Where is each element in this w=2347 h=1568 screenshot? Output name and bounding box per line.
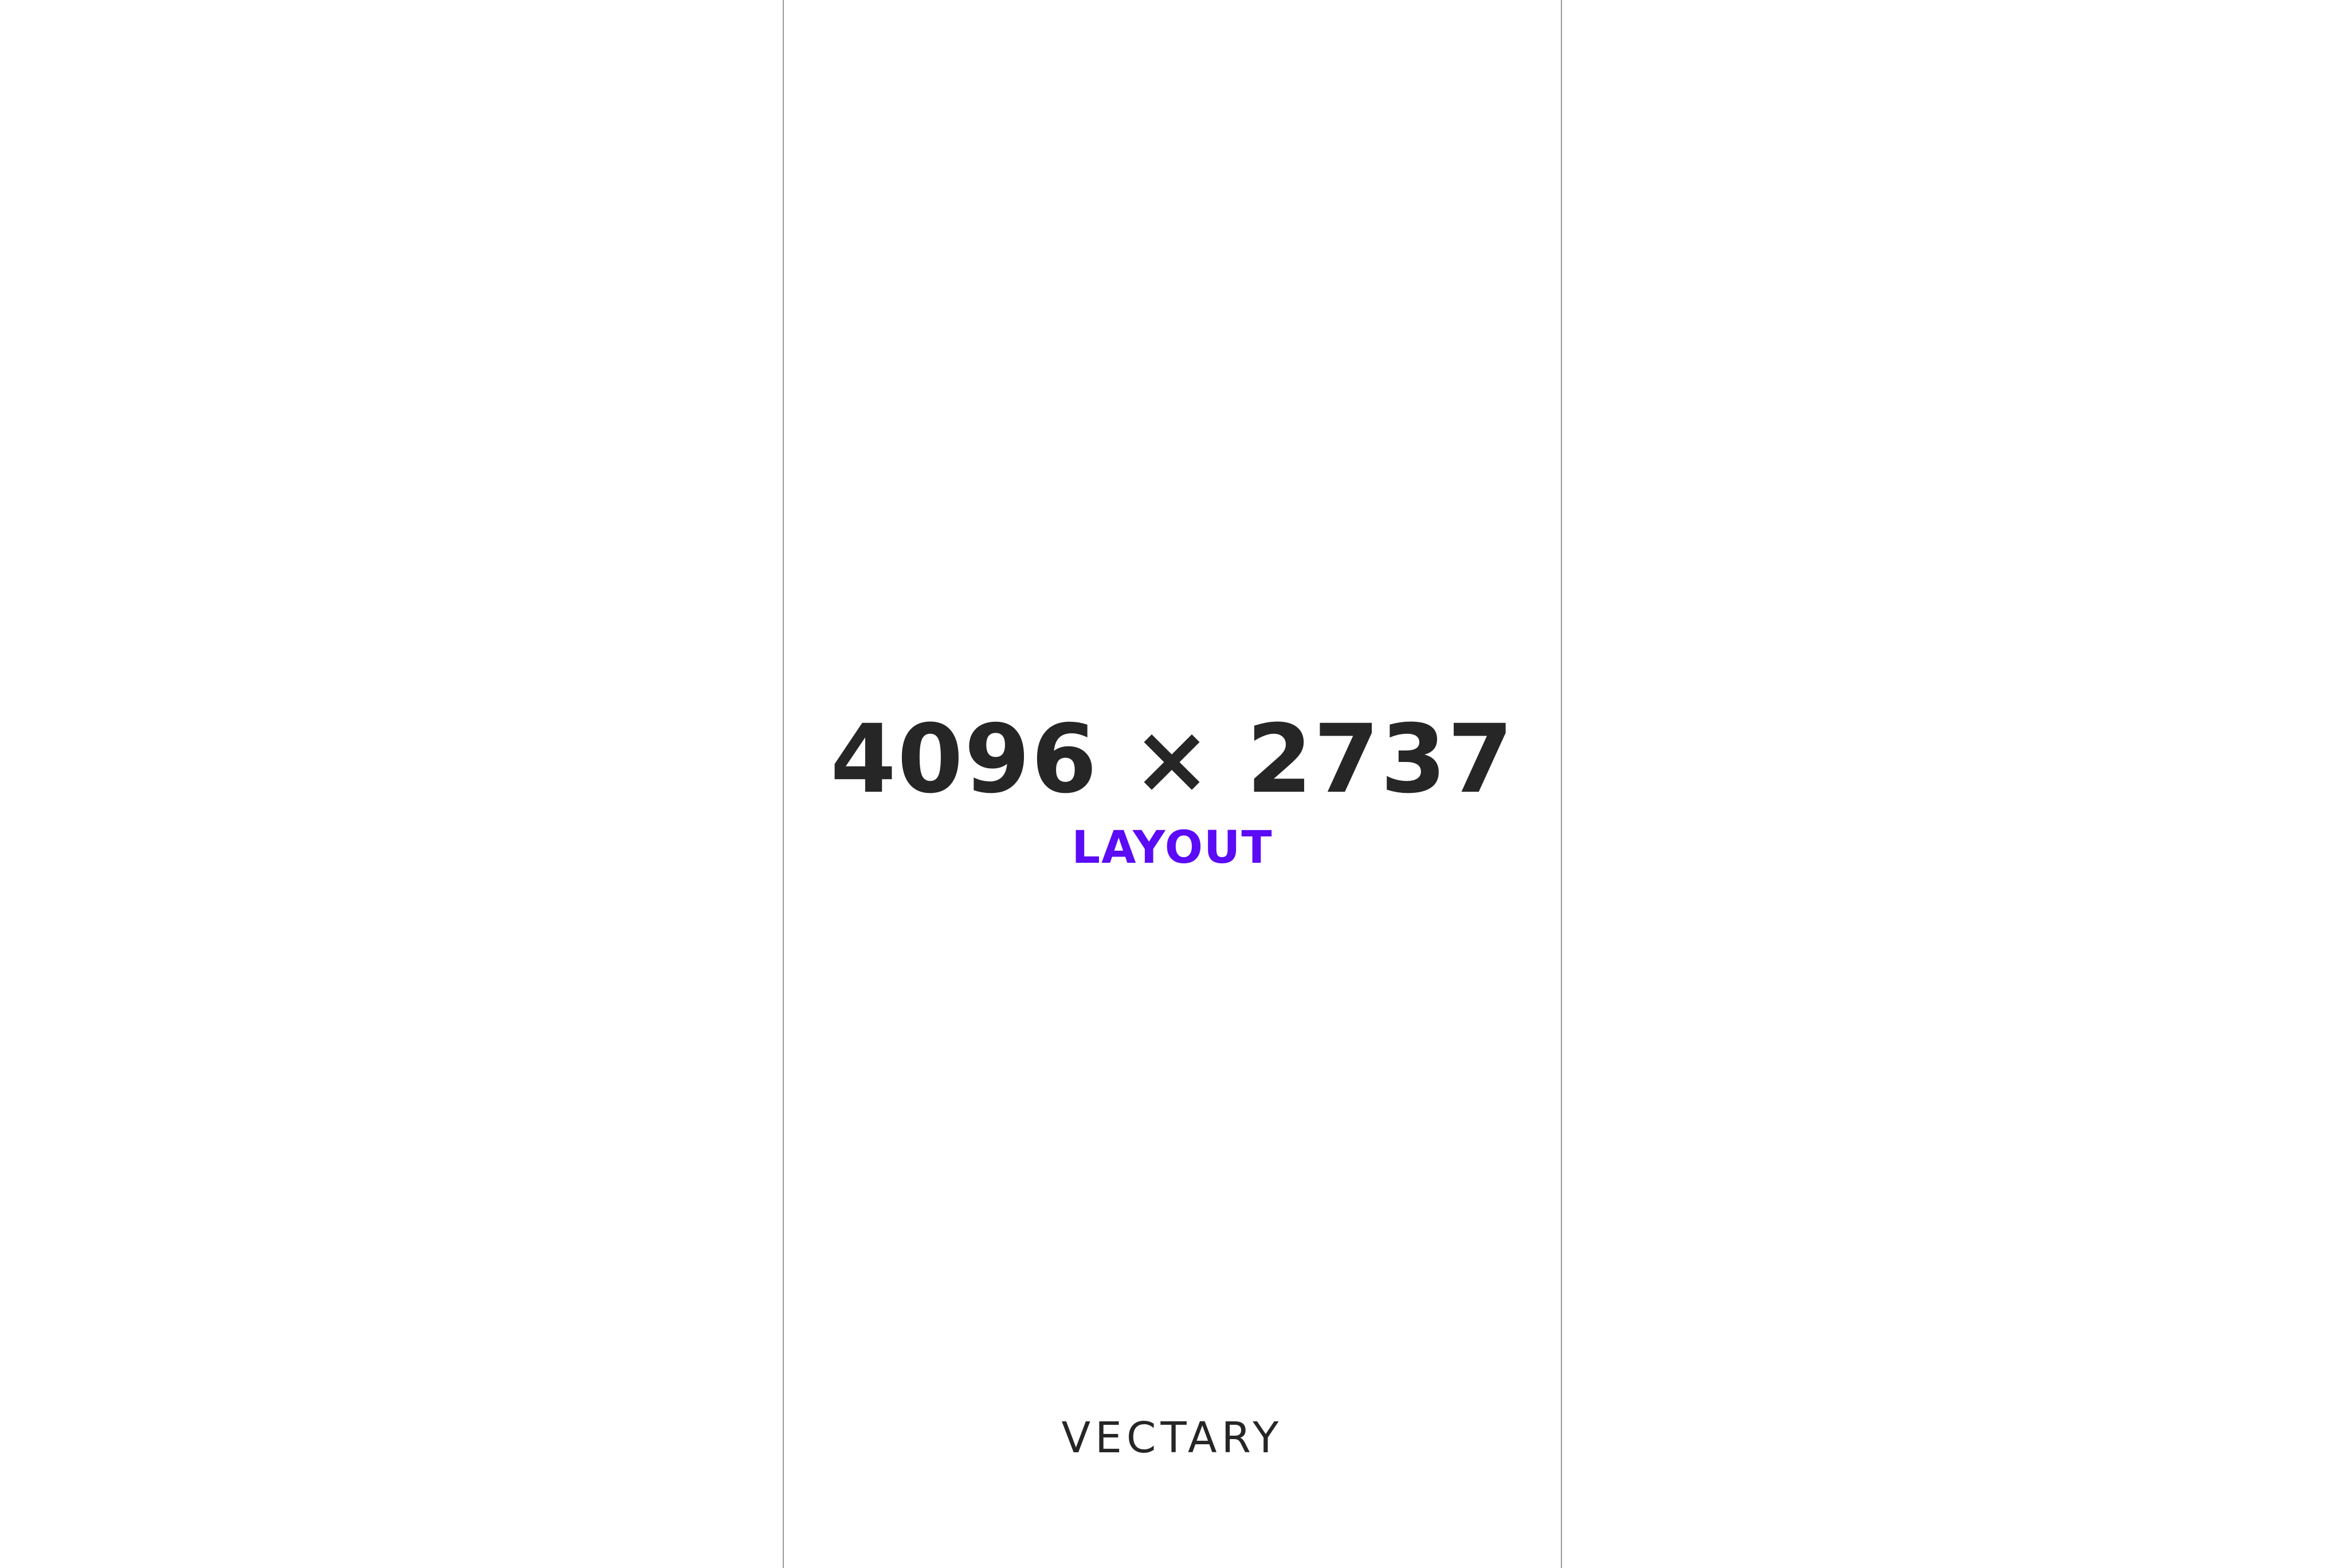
vectary-logo: VECTARY — [1061, 1413, 1284, 1463]
layout-info: 4096 × 2737 LAYOUT — [783, 708, 1562, 874]
layout-label: LAYOUT — [1072, 822, 1273, 874]
canvas-dimensions: 4096 × 2737 — [830, 704, 1514, 814]
